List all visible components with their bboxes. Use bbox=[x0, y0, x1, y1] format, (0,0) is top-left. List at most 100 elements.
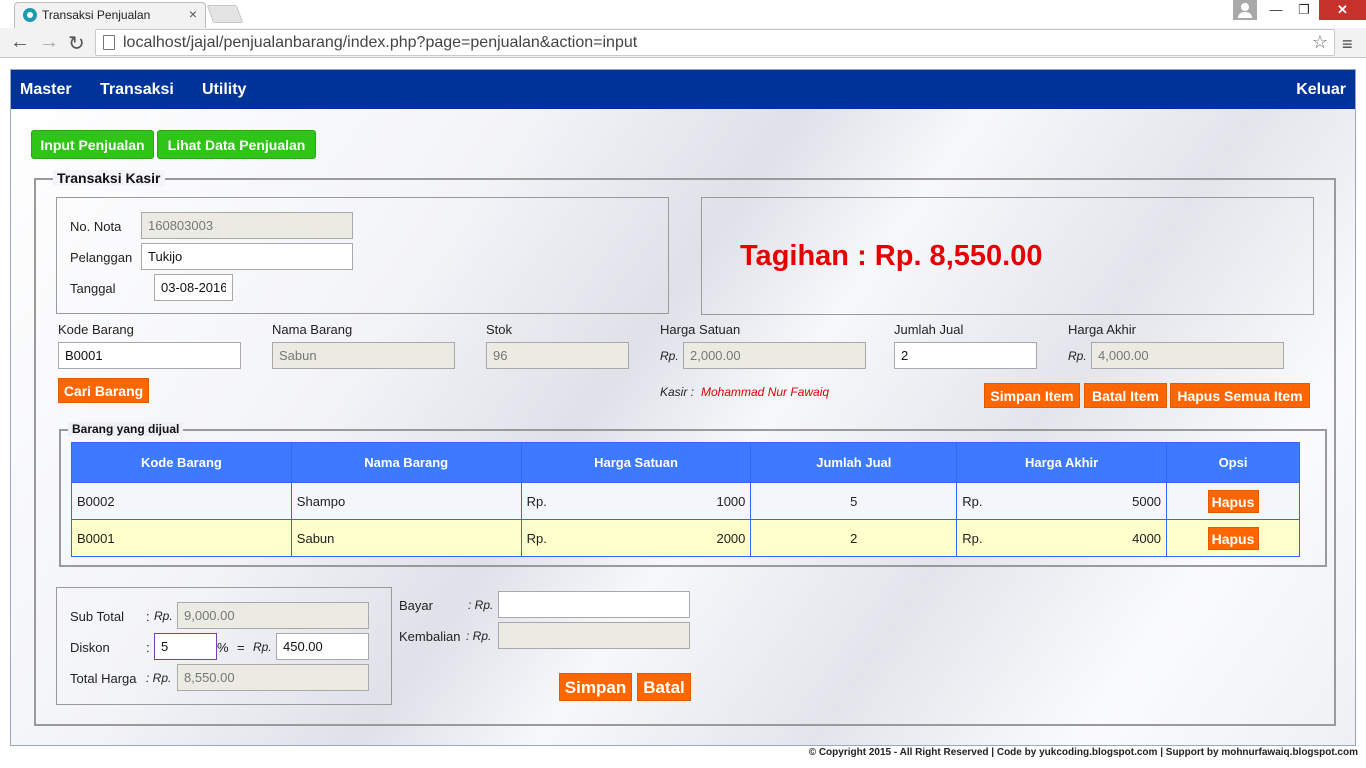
stok-label: Stok bbox=[486, 322, 513, 337]
hapus-semua-item-button[interactable]: Hapus Semua Item bbox=[1170, 383, 1310, 408]
bookmark-star-icon[interactable]: ☆ bbox=[1312, 32, 1328, 53]
sub-total-rp: Rp. bbox=[154, 609, 173, 623]
nav-keluar[interactable]: Keluar bbox=[1296, 81, 1346, 99]
cell-harga: Rp. 1000 bbox=[520, 482, 752, 520]
diskon-percent-field[interactable] bbox=[154, 633, 217, 660]
col-harga-satuan: Harga Satuan bbox=[520, 442, 752, 483]
nav-transaksi[interactable]: Transaksi bbox=[100, 81, 174, 99]
cell-akhir: Rp. 5000 bbox=[956, 482, 1168, 520]
hapus-row-button[interactable]: Hapus bbox=[1207, 489, 1259, 513]
harga-akhir-label: Harga Akhir bbox=[1068, 322, 1136, 337]
cell-harga-value: 2000 bbox=[716, 530, 746, 546]
table-row: B0002 Shampo Rp. 1000 5 Rp. 5000 Hapus bbox=[71, 482, 1300, 520]
jumlah-jual-field[interactable] bbox=[894, 342, 1037, 369]
cell-akhir: Rp. 4000 bbox=[956, 519, 1168, 557]
url-text[interactable]: localhost/jajal/penjualanbarang/index.ph… bbox=[123, 34, 637, 52]
jumlah-jual-label: Jumlah Jual bbox=[894, 322, 964, 337]
nama-barang-label: Nama Barang bbox=[272, 322, 353, 337]
simpan-button[interactable]: Simpan bbox=[559, 673, 632, 701]
pelanggan-label: Pelanggan bbox=[70, 250, 133, 265]
tanggal-label: Tanggal bbox=[70, 281, 116, 296]
items-table: Kode Barang Nama Barang Harga Satuan Jum… bbox=[71, 442, 1300, 557]
minimize-icon[interactable]: — bbox=[1262, 0, 1290, 20]
transaksi-kasir-legend: Transaksi Kasir bbox=[53, 170, 165, 186]
sub-total-field[interactable] bbox=[177, 602, 369, 629]
cell-akhir-value: 5000 bbox=[1132, 493, 1162, 509]
harga-satuan-label: Harga Satuan bbox=[660, 322, 741, 337]
tagihan-total: Tagihan : Rp. 8,550.00 bbox=[740, 240, 1043, 272]
cell-harga-rp: Rp. bbox=[526, 493, 547, 509]
diskon-rp: Rp. bbox=[253, 640, 272, 654]
new-tab-button[interactable] bbox=[206, 5, 244, 23]
col-nama-barang: Nama Barang bbox=[290, 442, 522, 483]
pelanggan-field[interactable] bbox=[141, 243, 353, 270]
tab-lihat-data-penjualan[interactable]: Lihat Data Penjualan bbox=[157, 130, 316, 159]
col-harga-akhir: Harga Akhir bbox=[956, 442, 1168, 483]
percent-sign: % bbox=[217, 640, 229, 655]
nota-info-box: No. Nota Pelanggan Tanggal bbox=[56, 197, 669, 314]
nav-master[interactable]: Master bbox=[20, 81, 72, 99]
col-opsi: Opsi bbox=[1166, 442, 1300, 483]
equals-sign: = bbox=[237, 640, 245, 655]
nav-utility[interactable]: Utility bbox=[202, 81, 246, 99]
hapus-row-button[interactable]: Hapus bbox=[1207, 526, 1259, 550]
close-tab-icon[interactable]: × bbox=[189, 6, 197, 22]
harga-satuan-field[interactable] bbox=[683, 342, 866, 369]
tanggal-field[interactable] bbox=[154, 274, 233, 301]
bayar-field[interactable] bbox=[498, 591, 690, 618]
reload-icon[interactable]: ↻ bbox=[68, 31, 85, 56]
sub-total-colon: : bbox=[146, 609, 150, 624]
kasir-name: Mohammad Nur Fawaiq bbox=[701, 385, 830, 399]
simpan-item-button[interactable]: Simpan Item bbox=[984, 383, 1080, 408]
address-bar[interactable]: localhost/jajal/penjualanbarang/index.ph… bbox=[95, 29, 1335, 56]
nama-barang-field[interactable] bbox=[272, 342, 455, 369]
user-profile-icon[interactable] bbox=[1233, 0, 1257, 20]
back-icon[interactable]: ← bbox=[10, 31, 30, 54]
footer-copyright: © Copyright 2015 - All Right Reserved | … bbox=[808, 747, 1358, 758]
cell-jumlah: 2 bbox=[750, 519, 958, 557]
browser-tab-strip: Transaksi Penjualan × — ❐ ✕ bbox=[0, 0, 1366, 28]
tagihan-box: Tagihan : Rp. 8,550.00 bbox=[701, 197, 1314, 315]
barang-dijual-legend: Barang yang dijual bbox=[68, 422, 184, 436]
cell-opsi: Hapus bbox=[1166, 482, 1300, 520]
page-icon bbox=[103, 35, 115, 50]
browser-tab[interactable]: Transaksi Penjualan × bbox=[14, 2, 206, 28]
kembalian-label: Kembalian bbox=[399, 629, 461, 644]
app-container: Master Transaksi Utility Keluar Input Pe… bbox=[10, 69, 1356, 746]
diskon-value-field[interactable] bbox=[276, 633, 369, 660]
table-row: B0001 Sabun Rp. 2000 2 Rp. 4000 Hapus bbox=[71, 519, 1300, 557]
total-harga-colon-rp: : Rp. bbox=[146, 671, 172, 685]
sub-total-label: Sub Total bbox=[70, 609, 124, 624]
cell-nama: Shampo bbox=[290, 482, 522, 520]
batal-button[interactable]: Batal bbox=[637, 673, 691, 701]
maximize-icon[interactable]: ❐ bbox=[1290, 0, 1318, 20]
no-nota-field[interactable] bbox=[141, 212, 353, 239]
kode-barang-label: Kode Barang bbox=[58, 322, 134, 337]
kembalian-field[interactable] bbox=[498, 622, 690, 649]
kembalian-colon-rp: : Rp. bbox=[466, 629, 492, 643]
col-jumlah-jual: Jumlah Jual bbox=[750, 442, 958, 483]
forward-icon[interactable]: → bbox=[39, 31, 59, 54]
harga-akhir-field[interactable] bbox=[1091, 342, 1284, 369]
diskon-colon: : bbox=[146, 640, 150, 655]
cell-kode: B0002 bbox=[71, 482, 292, 520]
diskon-label: Diskon bbox=[70, 640, 110, 655]
cari-barang-button[interactable]: Cari Barang bbox=[58, 378, 149, 403]
cell-jumlah: 5 bbox=[750, 482, 958, 520]
bayar-label: Bayar bbox=[399, 598, 433, 613]
stok-field[interactable] bbox=[486, 342, 629, 369]
cell-harga-value: 1000 bbox=[716, 493, 746, 509]
cell-kode: B0001 bbox=[71, 519, 292, 557]
kode-barang-field[interactable] bbox=[58, 342, 241, 369]
browser-menu-icon[interactable]: ≡ bbox=[1342, 34, 1353, 55]
tab-input-penjualan[interactable]: Input Penjualan bbox=[31, 130, 154, 159]
total-harga-field[interactable] bbox=[177, 664, 369, 691]
col-kode-barang: Kode Barang bbox=[71, 442, 292, 483]
batal-item-button[interactable]: Batal Item bbox=[1084, 383, 1167, 408]
total-harga-label: Total Harga bbox=[70, 671, 137, 686]
harga-satuan-rp: Rp. bbox=[660, 349, 679, 363]
browser-toolbar: ← → ↻ localhost/jajal/penjualanbarang/in… bbox=[0, 28, 1366, 58]
favicon-icon bbox=[23, 8, 37, 22]
cell-harga-rp: Rp. bbox=[526, 530, 547, 546]
close-window-icon[interactable]: ✕ bbox=[1319, 0, 1366, 20]
